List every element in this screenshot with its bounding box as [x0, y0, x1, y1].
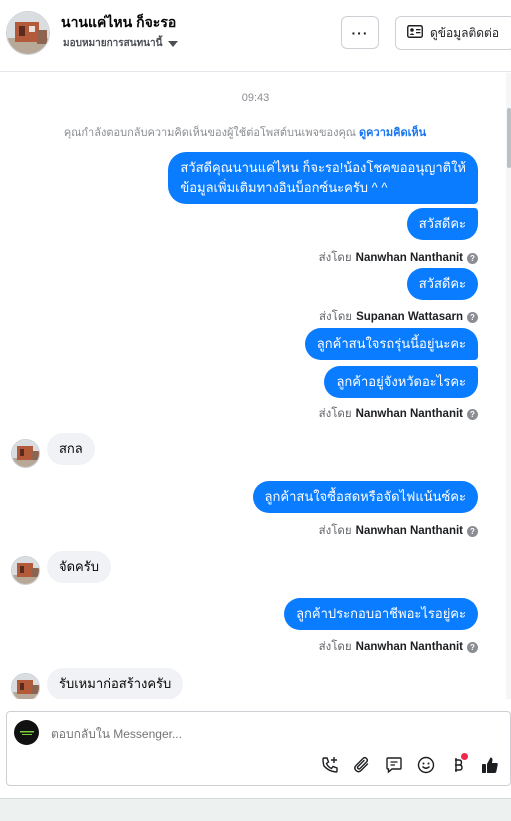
- conversation-header: นานแค่ไหน ก็จะรอ มอบหมายการสนทนานี้ ··· …: [0, 0, 511, 72]
- composer-toolbar: [319, 753, 501, 776]
- sent-by-label: ส่งโดย Nanwhan Nanthanit ?: [319, 638, 478, 656]
- emoji-icon[interactable]: [415, 754, 437, 776]
- message-thread[interactable]: 09:43 คุณกำลังตอบกลับความคิดเห็นของผู้ใช…: [0, 73, 511, 699]
- comment-reply-notice: คุณกำลังตอบกลับความคิดเห็นของผู้ใช้ต่อโพ…: [0, 123, 490, 141]
- payment-icon[interactable]: [447, 753, 469, 776]
- more-icon: ···: [351, 24, 369, 41]
- sent-by-label: ส่งโดย Nanwhan Nanthanit ?: [319, 249, 478, 267]
- comment-reply-notice-text: คุณกำลังตอบกลับความคิดเห็นของผู้ใช้ต่อโพ…: [63, 127, 357, 139]
- view-contact-info-button[interactable]: ดูข้อมูลติดต่อ: [395, 16, 511, 50]
- view-comment-link[interactable]: ดูความคิดเห็น: [359, 127, 426, 139]
- help-icon[interactable]: ?: [467, 408, 478, 420]
- incoming-message[interactable]: รับเหมาก่อสร้างครับ: [47, 668, 184, 699]
- scrollbar-thumb[interactable]: [507, 108, 511, 168]
- add-call-icon[interactable]: [319, 754, 341, 776]
- sender-name: Nanwhan Nanthanit: [355, 252, 463, 264]
- attachment-icon[interactable]: [351, 754, 373, 776]
- message-input[interactable]: [51, 727, 431, 741]
- like-icon[interactable]: [479, 754, 501, 776]
- outgoing-message[interactable]: ลูกค้าสนใจรถรุ่นนี้อยู่นะคะ: [304, 328, 478, 360]
- incoming-message[interactable]: จัดครับ: [47, 551, 111, 583]
- contact-name[interactable]: นานแค่ไหน ก็จะรอ: [61, 12, 176, 34]
- page-avatar: [14, 720, 39, 745]
- contact-card-icon: [407, 25, 423, 41]
- assign-conversation-dropdown[interactable]: มอบหมายการสนทนานี้: [63, 36, 179, 51]
- sent-by-prefix: ส่งโดย: [319, 311, 353, 323]
- sender-name: Nanwhan Nanthanit: [355, 641, 463, 653]
- sent-by-label: ส่งโดย Nanwhan Nanthanit ?: [319, 405, 478, 423]
- help-icon[interactable]: ?: [467, 641, 478, 653]
- contact-avatar-small[interactable]: [11, 673, 40, 699]
- assign-label: มอบหมายการสนทนานี้: [63, 38, 163, 49]
- sent-by-prefix: ส่งโดย: [318, 641, 352, 653]
- outgoing-message[interactable]: สวัสดีคุณนานแค่ไหน ก็จะรอ!น้องโชคขออนุญา…: [168, 152, 478, 204]
- bottom-panel-strip: [0, 798, 511, 821]
- message-timestamp: 09:43: [241, 92, 270, 104]
- help-icon[interactable]: ?: [467, 311, 478, 323]
- message-text-line: ข้อมูลเพิ่มเติมทางอินบ็อกซ์นะครับ ^ ^: [180, 180, 388, 195]
- sent-by-label: ส่งโดย Supanan Wattasarn ?: [319, 308, 478, 326]
- sender-name: Supanan Wattasarn: [356, 311, 463, 323]
- thread-scrollbar[interactable]: [506, 73, 511, 699]
- sent-by-prefix: ส่งโดย: [318, 252, 352, 264]
- notification-dot: [461, 753, 468, 760]
- sender-name: Nanwhan Nanthanit: [355, 525, 463, 537]
- outgoing-message[interactable]: ลูกค้าประกอบอาชีพอะไรอยู่คะ: [284, 598, 478, 630]
- help-icon[interactable]: ?: [467, 252, 478, 264]
- outgoing-message[interactable]: ลูกค้าสนใจซื้อสดหรือจัดไฟแน้นซ์คะ: [252, 481, 478, 513]
- saved-reply-icon[interactable]: [383, 754, 405, 776]
- contact-avatar[interactable]: [6, 11, 50, 55]
- sender-name: Nanwhan Nanthanit: [355, 408, 463, 420]
- view-contact-info-label: ดูข้อมูลติดต่อ: [430, 25, 500, 40]
- help-icon[interactable]: ?: [467, 525, 478, 537]
- reply-composer: [6, 711, 511, 786]
- message-text-line: สวัสดีคุณนานแค่ไหน ก็จะรอ!น้องโชคขออนุญา…: [180, 160, 466, 175]
- outgoing-message[interactable]: สวัสดีคะ: [406, 268, 478, 300]
- caret-down-icon: [168, 40, 179, 47]
- sent-by-label: ส่งโดย Nanwhan Nanthanit ?: [319, 522, 478, 540]
- sent-by-prefix: ส่งโดย: [318, 525, 352, 537]
- outgoing-message[interactable]: สวัสดีคะ: [406, 208, 478, 240]
- contact-avatar-small[interactable]: [11, 439, 40, 468]
- incoming-message[interactable]: สกล: [47, 433, 95, 465]
- outgoing-message[interactable]: ลูกค้าอยู่จังหวัดอะไรคะ: [324, 366, 478, 398]
- more-options-button[interactable]: ···: [341, 16, 379, 49]
- sent-by-prefix: ส่งโดย: [318, 408, 352, 420]
- contact-avatar-small[interactable]: [11, 556, 40, 585]
